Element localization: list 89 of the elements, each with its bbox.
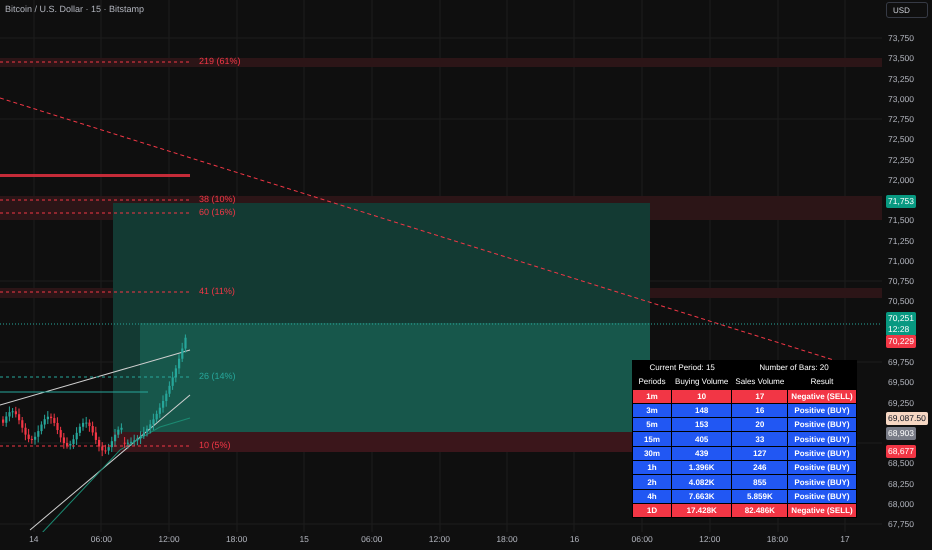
time-label: 16 [570,534,580,544]
level-label: 219 (61%) [199,56,241,66]
table-cell: 3m [632,403,672,418]
time-label: 12:00 [158,534,180,544]
table-cell: 1D [632,503,672,518]
table-header: Number of Bars: 20 [732,360,856,375]
price-label: 71,250 [888,234,914,246]
table-cell: 17 [732,389,788,404]
table-cell: 15m [632,432,672,446]
table-cell: 1.396K [672,460,732,475]
time-label: 06:00 [632,534,653,544]
level-label: 41 (11%) [199,286,235,296]
price-label: 70,500 [888,295,914,308]
price-label: 71,000 [888,254,914,267]
table-cell: Positive (BUY) [788,460,856,475]
table-cell: 2h [632,474,672,490]
currency-button[interactable]: USD [886,2,928,18]
table-cell: 4.082K [672,474,732,490]
time-label: 15 [299,534,309,544]
price-tag: 68,677 [886,445,916,458]
table-cell: 148 [672,403,732,418]
table-cell: 33 [732,432,788,446]
price-label: 73,250 [888,72,914,84]
time-label: 18:00 [226,534,248,544]
price-label: 71,500 [888,214,914,226]
time-label: 18:00 [766,534,788,544]
table-cell: Negative (SELL) [788,503,856,518]
price-tag: 70,229 [886,335,916,348]
table-cell: 16 [732,403,788,418]
table-cell: 127 [732,446,788,461]
column-header: Result [788,374,856,390]
level-label: 26 (14%) [199,371,236,381]
table-cell: 20 [732,418,788,432]
price-label: 69,500 [888,376,914,388]
price-label: 67,750 [888,518,914,530]
table-cell: 439 [672,446,732,461]
table-cell: Positive (BUY) [788,418,856,432]
time-label: 12:00 [428,534,450,544]
column-header: Periods [632,374,672,390]
price-label: 73,750 [888,32,914,44]
level-label: 60 (16%) [199,207,236,217]
table-cell: Positive (BUY) [788,489,856,504]
table-cell: 82.486K [732,503,788,518]
price-label: 73,000 [888,92,914,105]
price-label: 72,750 [888,113,914,125]
price-label: 68,500 [888,457,914,470]
table-cell: Positive (BUY) [788,474,856,490]
table-cell: 10 [672,389,732,404]
time-label: 12:00 [699,534,720,544]
chart-title: Bitcoin / U.S. Dollar · 15 · Bitstamp [5,4,144,14]
time-label: 06:00 [361,534,382,544]
price-tag: 71,753 [886,195,916,208]
price-tag: 70,251 12:28 [886,312,916,336]
price-label: 69,250 [888,396,914,408]
table-cell: Positive (BUY) [788,446,856,461]
table-cell: 7.663K [672,489,732,504]
table-cell: 5.859K [732,489,788,504]
price-label: 72,250 [888,154,914,166]
price-label: 70,750 [888,275,914,287]
table-cell: 4h [632,489,672,504]
table-header: Current Period: 15 [632,360,732,375]
table-cell: 153 [672,418,732,432]
table-cell: 1m [632,389,672,404]
price-label: 68,000 [888,498,914,510]
table-cell: 30m [632,446,672,461]
column-header: Buying Volume [672,374,732,390]
table-cell: 855 [732,474,788,490]
table-cell: Negative (SELL) [788,389,856,404]
time-label: 06:00 [90,534,112,544]
table-cell: Positive (BUY) [788,403,856,418]
price-label: 72,500 [888,133,914,146]
table-cell: 1h [632,460,672,475]
price-tag: 69,087.50 [886,412,928,425]
time-label: 14 [29,534,39,544]
price-label: 73,500 [888,52,914,64]
table-cell: 246 [732,460,788,475]
column-header: Sales Volume [732,374,788,390]
price-label: 72,000 [888,174,914,186]
table-cell: 5m [632,418,672,432]
table-cell: 405 [672,432,732,446]
level-label: 10 (5%) [199,440,231,450]
price-label: 68,250 [888,478,914,490]
level-label: 38 (10%) [199,194,236,204]
price-tag: 68,903 [886,427,916,440]
table-cell: Positive (BUY) [788,432,856,446]
time-label: 17 [840,534,850,544]
price-label: 69,750 [888,356,914,368]
table-cell: 17.428K [672,503,732,518]
time-label: 18:00 [496,534,518,544]
